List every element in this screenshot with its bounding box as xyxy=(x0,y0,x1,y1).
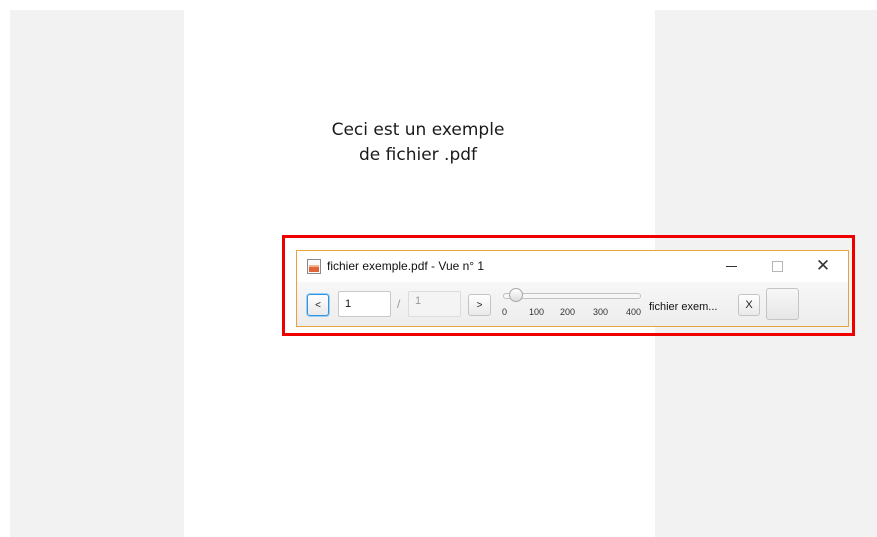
zoom-slider-thumb[interactable] xyxy=(509,288,523,302)
zoom-tick-label: 200 xyxy=(560,307,576,317)
viewer-toolbar: < / 1 > 0 100 200 300 400 fichier exem..… xyxy=(297,282,848,326)
document-name-label: fichier exem... xyxy=(649,301,718,313)
window-title: fichier exemple.pdf - Vue n° 1 xyxy=(327,259,485,273)
pdf-file-icon xyxy=(307,259,321,274)
zoom-tick-label: 300 xyxy=(593,307,609,317)
maximize-button[interactable] xyxy=(754,251,800,282)
close-icon: ✕ xyxy=(815,256,831,276)
pdf-page-text: Ceci est un exemple de fichier .pdf xyxy=(300,118,536,168)
minimize-button[interactable] xyxy=(708,251,754,282)
page-number-input[interactable] xyxy=(338,291,391,317)
previous-page-button[interactable]: < xyxy=(307,294,329,316)
zoom-slider-track[interactable] xyxy=(503,293,641,299)
pdf-text-line-2: de fichier .pdf xyxy=(358,145,478,165)
close-document-button[interactable]: X xyxy=(738,294,760,316)
page-total-field: 1 xyxy=(408,291,461,317)
zoom-tick-label: 0 xyxy=(502,307,508,317)
background-left-margin xyxy=(10,10,184,537)
minimize-icon xyxy=(725,266,737,267)
zoom-tick-label: 100 xyxy=(529,307,545,317)
maximize-icon xyxy=(771,261,783,272)
next-page-button[interactable]: > xyxy=(468,294,491,316)
zoom-tick-label: 400 xyxy=(626,307,642,317)
title-bar[interactable]: fichier exemple.pdf - Vue n° 1 ✕ xyxy=(297,251,848,282)
pdf-text-line-1: Ceci est un exemple xyxy=(331,120,505,140)
close-window-button[interactable]: ✕ xyxy=(800,251,846,282)
blank-button[interactable] xyxy=(766,288,799,320)
page-separator: / xyxy=(397,297,401,311)
viewer-window: fichier exemple.pdf - Vue n° 1 ✕ < / 1 >… xyxy=(296,250,849,327)
